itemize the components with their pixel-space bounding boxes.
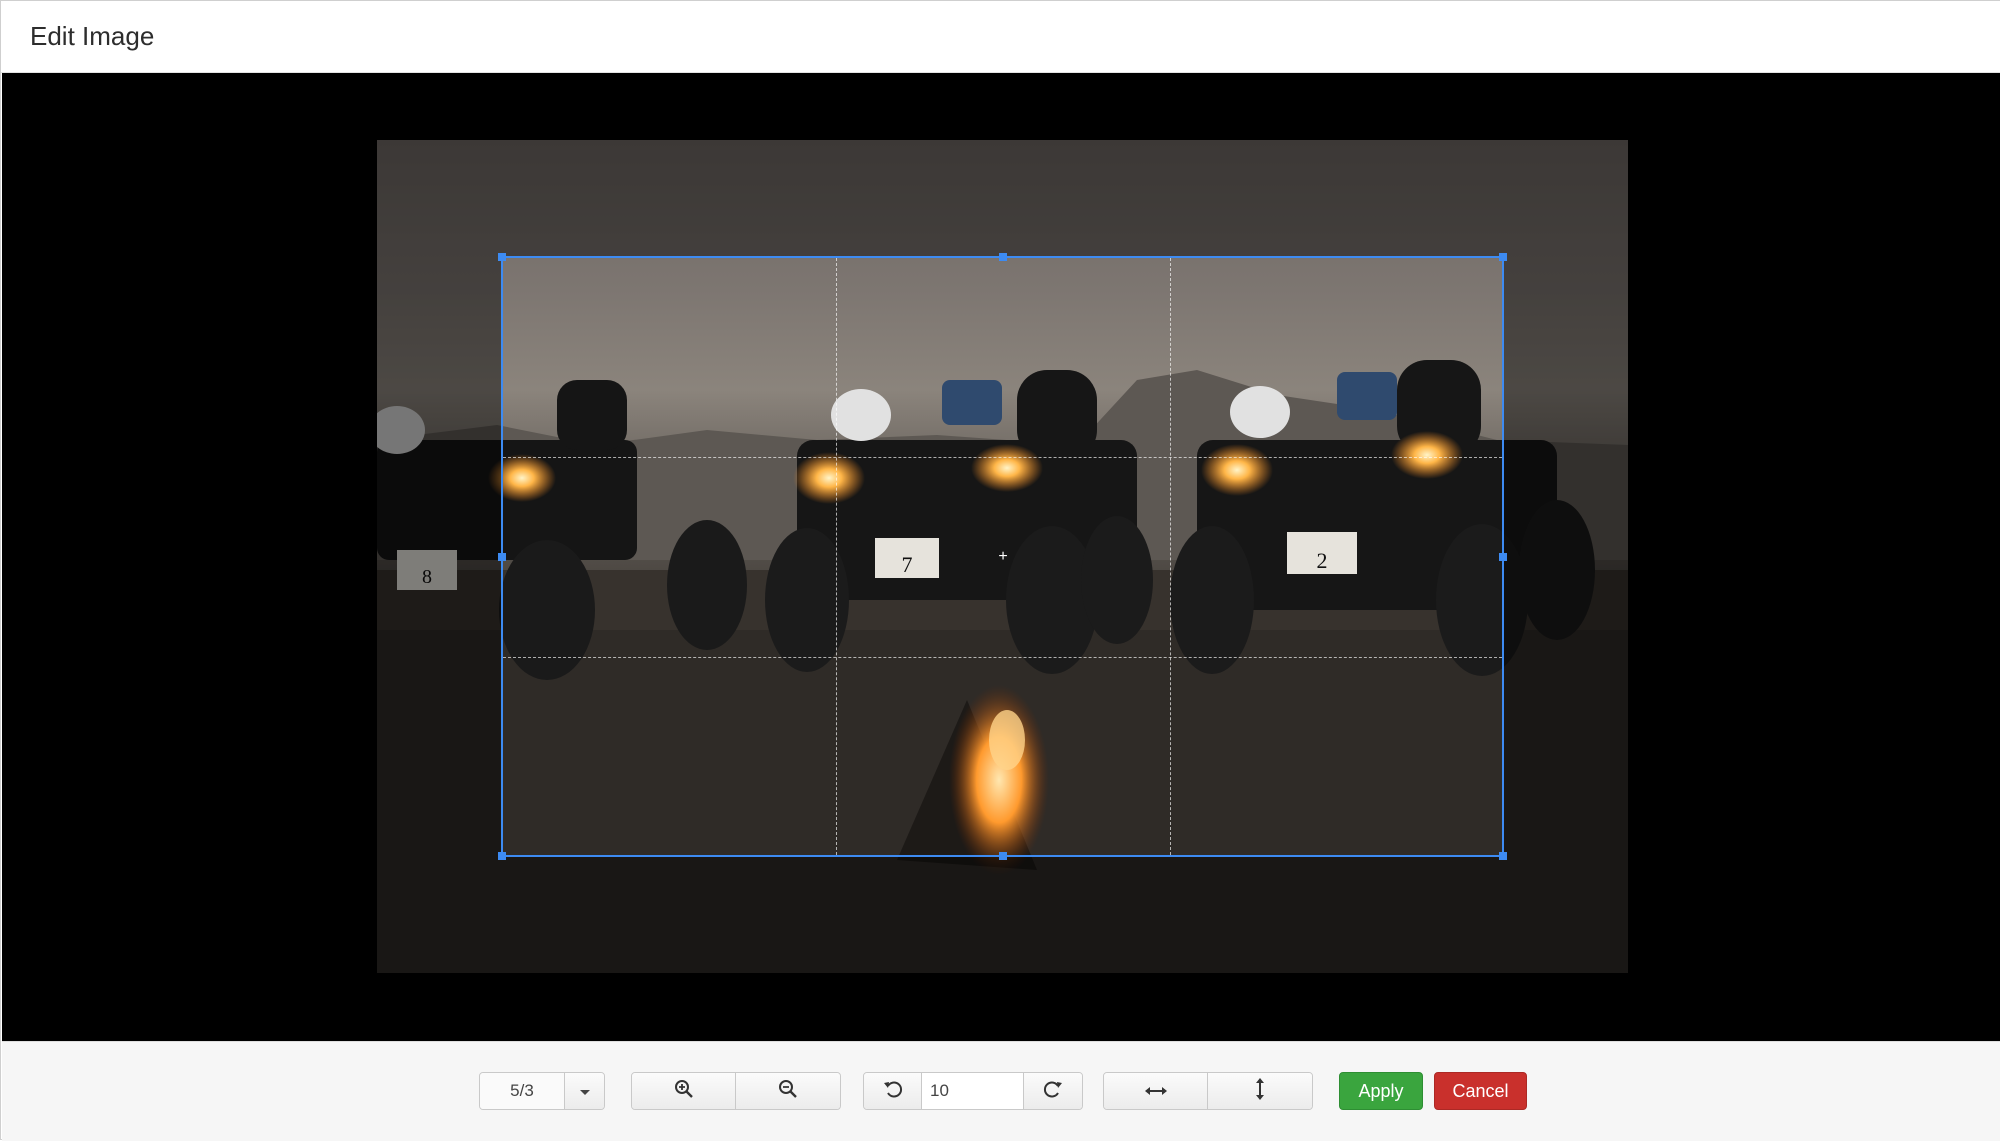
dialog-header: Edit Image (1, 1, 2000, 73)
photo-canvas[interactable]: 8 7 2 + (377, 140, 1628, 973)
zoom-in-icon (674, 1079, 694, 1104)
edit-image-dialog: Edit Image 8 7 2 + 5/3 10 Apply Cancel (0, 0, 2000, 1141)
crop-grid-line (503, 657, 1502, 658)
flip-horizontal-icon (1144, 1081, 1168, 1102)
caret-down-icon (579, 1081, 591, 1102)
crop-box[interactable]: + (498, 253, 1507, 860)
zoom-in-button[interactable] (632, 1073, 736, 1109)
rotate-left-icon (882, 1078, 904, 1105)
crop-overlay-top (377, 140, 1628, 256)
dialog-title: Edit Image (30, 21, 155, 51)
rotate-group: 10 (863, 1072, 1083, 1110)
crop-handle-top-right[interactable] (1499, 253, 1507, 261)
crop-grid-line (503, 457, 1502, 458)
crop-handle-bottom-right[interactable] (1499, 852, 1507, 860)
flip-group (1103, 1072, 1313, 1110)
zoom-out-button[interactable] (736, 1073, 840, 1109)
zoom-group (631, 1072, 841, 1110)
crop-overlay-left (377, 256, 501, 857)
crop-handle-left[interactable] (498, 553, 506, 561)
apply-button[interactable]: Apply (1339, 1072, 1423, 1110)
flip-horizontal-button[interactable] (1104, 1073, 1208, 1109)
crop-grid-line (1170, 258, 1171, 855)
rotate-right-icon (1042, 1078, 1064, 1105)
aspect-ratio-dropdown-button[interactable] (565, 1073, 604, 1109)
image-stage: 8 7 2 + (2, 73, 2000, 1041)
flip-vertical-button[interactable] (1208, 1073, 1312, 1109)
crop-handle-right[interactable] (1499, 553, 1507, 561)
crop-handle-top[interactable] (999, 253, 1007, 261)
crop-overlay-bottom (377, 857, 1628, 973)
crop-center-icon: + (998, 548, 1008, 565)
zoom-out-icon (778, 1079, 798, 1104)
rotate-right-button[interactable] (1024, 1073, 1082, 1109)
crop-handle-bottom[interactable] (999, 852, 1007, 860)
crop-overlay-right (1504, 256, 1628, 857)
aspect-ratio-group: 5/3 (479, 1072, 605, 1110)
crop-grid-line (836, 258, 837, 855)
rotate-angle-input[interactable]: 10 (922, 1073, 1024, 1109)
aspect-ratio-value[interactable]: 5/3 (480, 1073, 565, 1109)
cancel-button[interactable]: Cancel (1434, 1072, 1527, 1110)
rotate-left-button[interactable] (864, 1073, 922, 1109)
crop-handle-bottom-left[interactable] (498, 852, 506, 860)
crop-handle-top-left[interactable] (498, 253, 506, 261)
flip-vertical-icon (1254, 1077, 1266, 1106)
editor-toolbar: 5/3 10 Apply Cancel (2, 1041, 2000, 1141)
